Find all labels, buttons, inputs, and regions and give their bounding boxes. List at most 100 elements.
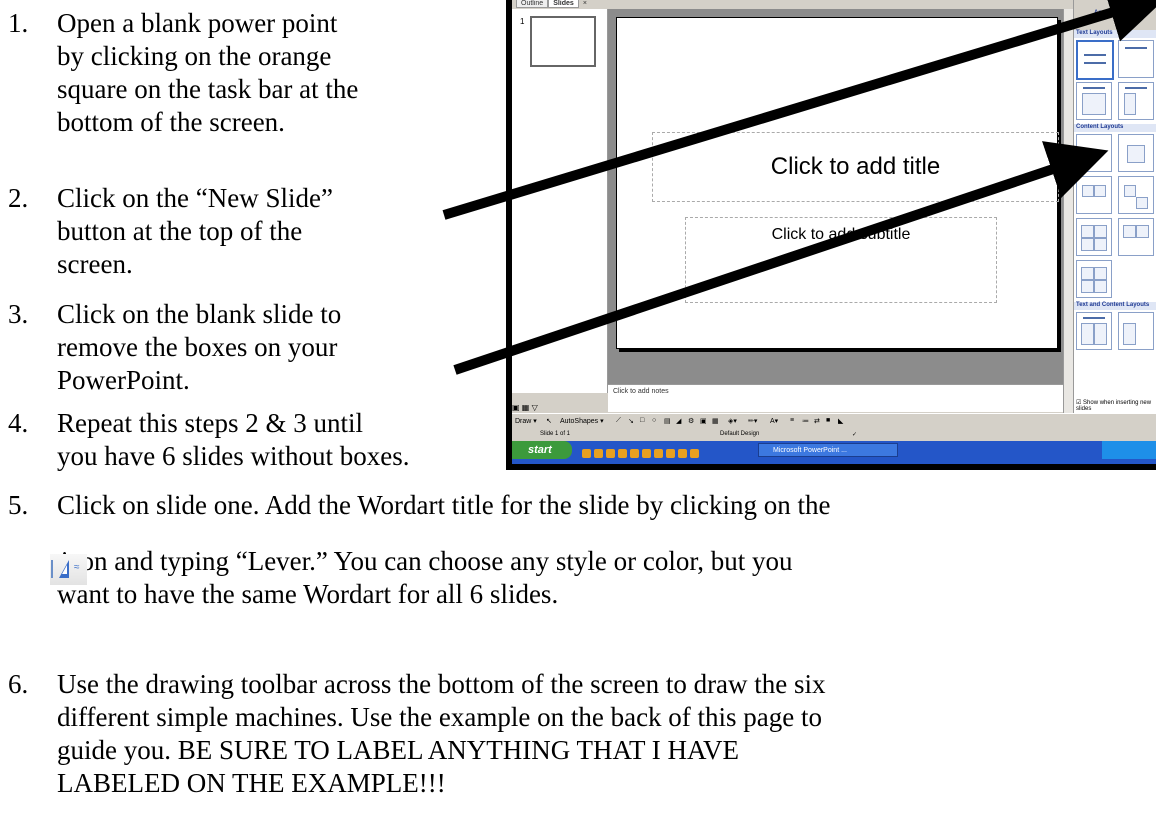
quick-launch-icon[interactable] bbox=[606, 449, 615, 458]
select-arrow-icon[interactable]: ↖ bbox=[546, 417, 552, 425]
textbox-icon[interactable]: ▤ bbox=[664, 417, 671, 425]
step-text: LABELED ON THE EXAMPLE!!! bbox=[57, 768, 446, 798]
close-icon[interactable]: × bbox=[579, 0, 591, 7]
layout-title-slide[interactable] bbox=[1076, 40, 1114, 80]
step-text: icon and typing “Lever.” You can choose … bbox=[61, 546, 793, 576]
layout-title-content[interactable] bbox=[1076, 176, 1112, 214]
step-text: button at the top of the bbox=[57, 216, 303, 246]
quick-launch-icon[interactable] bbox=[582, 449, 591, 458]
section-text-content-layouts: Text and Content Layouts bbox=[1074, 302, 1156, 310]
spellcheck-icon: ✓ bbox=[852, 432, 858, 438]
3d-icon[interactable]: ◣ bbox=[838, 417, 843, 425]
step-text: screen. bbox=[57, 249, 133, 279]
layout-two-content[interactable] bbox=[1118, 176, 1154, 214]
step-number: 1. bbox=[8, 8, 29, 38]
line-style-icon[interactable]: ≡ bbox=[790, 417, 794, 424]
tab-outline[interactable]: Outline bbox=[516, 0, 549, 8]
layout-text-content[interactable] bbox=[1076, 312, 1112, 350]
quick-launch-icon[interactable] bbox=[642, 449, 651, 458]
layout-two-column[interactable] bbox=[1118, 82, 1154, 120]
arrow-style-icon[interactable]: ⇄ bbox=[814, 417, 820, 425]
slide-thumbnail-pane: 1 bbox=[512, 9, 608, 393]
fill-color-icon[interactable]: ◈▾ bbox=[728, 417, 737, 425]
view-buttons[interactable]: ▣ ▦ ▽ bbox=[512, 403, 607, 413]
picture-icon[interactable]: ▦ bbox=[712, 417, 719, 425]
step-text: different simple machines. Use the examp… bbox=[57, 702, 823, 732]
powerpoint-screenshot: Outline Slides × 1 Click to add title Clic… bbox=[506, 0, 1156, 470]
step-number: 5. bbox=[8, 490, 29, 520]
quick-launch-icon[interactable] bbox=[594, 449, 603, 458]
thumbnail-number: 1 bbox=[520, 17, 525, 26]
clipart-icon[interactable]: ▣ bbox=[700, 417, 707, 425]
layout-four-content-alt[interactable] bbox=[1118, 218, 1154, 256]
notes-pane[interactable]: Click to add notes bbox=[608, 384, 1063, 412]
step-text: Open a blank power point bbox=[57, 8, 338, 38]
layout-text-content-alt[interactable] bbox=[1118, 312, 1154, 350]
step-text: by clicking on the orange bbox=[57, 41, 332, 71]
step-text: PowerPoint. bbox=[57, 365, 190, 395]
draw-menu[interactable]: Draw ▾ bbox=[515, 417, 537, 425]
title-placeholder[interactable]: Click to add title bbox=[652, 132, 1059, 202]
slide-layout-pane: Apply slide layout: Text Layouts Content… bbox=[1073, 0, 1156, 413]
svg-text:≈: ≈ bbox=[74, 562, 80, 573]
step-text: Click on the blank slide to bbox=[57, 299, 342, 329]
step-number: 6. bbox=[8, 669, 29, 699]
slide-canvas[interactable]: Click to add title Click to add subtitle bbox=[616, 17, 1059, 349]
arrow-icon[interactable]: ↘ bbox=[628, 417, 634, 425]
quick-launch-icon[interactable] bbox=[678, 449, 687, 458]
show-when-inserting-checkbox[interactable]: ☑ Show when inserting new slides bbox=[1076, 399, 1156, 412]
layout-title-only[interactable] bbox=[1118, 40, 1154, 78]
layout-content-grid[interactable] bbox=[1076, 260, 1112, 298]
step-text: Click on slide one. Add the Wordart titl… bbox=[57, 490, 831, 520]
subtitle-placeholder[interactable]: Click to add subtitle bbox=[685, 217, 997, 303]
windows-taskbar: start Microsoft PowerPoint ... bbox=[512, 441, 1156, 464]
shadow-icon[interactable]: ■ bbox=[826, 417, 830, 424]
step-text: bottom of the screen. bbox=[57, 107, 285, 137]
drawing-toolbar: Draw ▾ ↖ AutoShapes ▾ ⟋ ↘ □ ○ ▤ ◢ ⚙ ▣ ▦ … bbox=[512, 413, 1156, 430]
slide-thumbnail[interactable] bbox=[530, 16, 596, 67]
font-color-icon[interactable]: A▾ bbox=[770, 417, 778, 425]
layout-four-content[interactable] bbox=[1076, 218, 1112, 256]
vertical-scrollbar[interactable] bbox=[1063, 9, 1073, 413]
quick-launch-icon[interactable] bbox=[666, 449, 675, 458]
rectangle-icon[interactable]: □ bbox=[640, 417, 644, 424]
line-color-icon[interactable]: ✏▾ bbox=[748, 417, 757, 425]
layout-blank[interactable] bbox=[1076, 134, 1112, 172]
wordart-icon: ≈ bbox=[50, 554, 87, 585]
section-text-layouts: Text Layouts bbox=[1074, 30, 1156, 38]
start-button[interactable]: start bbox=[512, 441, 572, 459]
step-text: Click on the “New Slide” bbox=[57, 183, 333, 213]
step-text: guide you. BE SURE TO LABEL ANYTHING THA… bbox=[57, 735, 740, 765]
layout-title-text[interactable] bbox=[1076, 82, 1112, 120]
step-text: want to have the same Wordart for all 6 … bbox=[57, 579, 559, 609]
layout-content[interactable] bbox=[1118, 134, 1154, 172]
quick-launch bbox=[582, 445, 702, 458]
step-text: remove the boxes on your bbox=[57, 332, 338, 362]
step-number: 2. bbox=[8, 183, 29, 213]
tab-slides[interactable]: Slides bbox=[548, 0, 579, 8]
task-pane-header: Apply slide layout: bbox=[1074, 0, 1156, 30]
step-text: Repeat this steps 2 & 3 until bbox=[57, 408, 363, 438]
dash-style-icon[interactable]: ≔ bbox=[802, 417, 809, 425]
oval-icon[interactable]: ○ bbox=[652, 417, 656, 424]
step-number: 4. bbox=[8, 408, 29, 438]
quick-launch-icon[interactable] bbox=[690, 449, 699, 458]
quick-launch-icon[interactable] bbox=[630, 449, 639, 458]
step-number: 3. bbox=[8, 299, 29, 329]
design-name: Default Design bbox=[720, 431, 760, 437]
slide-editor: Click to add title Click to add subtitle bbox=[608, 9, 1063, 384]
diagram-icon[interactable]: ⚙ bbox=[688, 417, 694, 425]
line-icon[interactable]: ⟋ bbox=[616, 417, 621, 425]
pane-tabs: Outline Slides × bbox=[516, 0, 591, 8]
task-pane-apply-label: Apply slide layout: bbox=[1094, 10, 1148, 16]
status-bar: Slide 1 of 1 Default Design ✓ bbox=[512, 429, 1156, 441]
step-text: Use the drawing toolbar across the botto… bbox=[57, 669, 826, 699]
checkbox-label: Show when inserting new slides bbox=[1076, 400, 1152, 412]
slide-count: Slide 1 of 1 bbox=[540, 431, 571, 437]
quick-launch-icon[interactable] bbox=[654, 449, 663, 458]
autoshapes-menu[interactable]: AutoShapes ▾ bbox=[560, 417, 604, 425]
section-content-layouts: Content Layouts bbox=[1074, 124, 1156, 132]
quick-launch-icon[interactable] bbox=[618, 449, 627, 458]
wordart-toolbar-icon[interactable]: ◢ bbox=[676, 417, 681, 425]
powerpoint-taskbar-button[interactable]: Microsoft PowerPoint ... bbox=[758, 443, 898, 457]
